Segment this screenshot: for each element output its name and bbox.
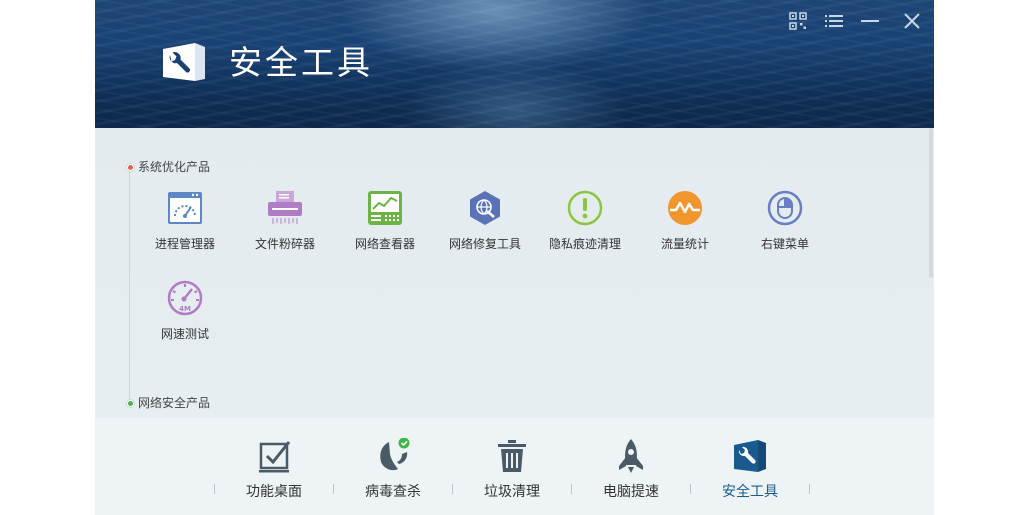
nav-speed-up[interactable]: 电脑提速 xyxy=(571,438,691,508)
section-title-text: 网络安全产品 xyxy=(138,396,211,410)
menu-list-icon[interactable] xyxy=(823,10,845,32)
trash-icon xyxy=(494,438,530,474)
tools-icon xyxy=(732,438,768,474)
bottom-nav-bar: 功能桌面 病毒查杀 垃圾清理 电脑提速 安全工具 xyxy=(95,418,934,515)
tool-network-viewer[interactable]: 网络查看器 xyxy=(335,190,435,260)
tool-label: 右键菜单 xyxy=(760,237,809,251)
network-repair-icon xyxy=(467,190,503,226)
tool-label: 进程管理器 xyxy=(154,237,215,251)
file-shredder-icon xyxy=(267,190,303,226)
close-icon[interactable] xyxy=(901,10,923,32)
privacy-clean-icon xyxy=(567,190,603,226)
tools-logo-icon xyxy=(161,41,207,85)
nav-label: 功能桌面 xyxy=(246,484,302,500)
speed-test-icon: 4M xyxy=(167,280,203,316)
nav-security-tools[interactable]: 安全工具 xyxy=(690,438,810,508)
tool-privacy-clean[interactable]: 隐私痕迹清理 xyxy=(535,190,635,260)
nav-separator xyxy=(809,484,810,494)
tool-label: 网速测试 xyxy=(160,327,209,341)
app-window: 安全工具 系统优化产品 进程管理器 文件粉碎器 网络查看器 网络修复工具 隐私痕… xyxy=(95,0,934,515)
header-banner: 安全工具 xyxy=(95,0,934,128)
tool-file-shredder[interactable]: 文件粉碎器 xyxy=(235,190,335,260)
tool-traffic-stats[interactable]: 流量统计 xyxy=(635,190,735,260)
timeline-line xyxy=(129,166,130,404)
tool-right-click-menu[interactable]: 右键菜单 xyxy=(735,190,835,260)
nav-function-desktop[interactable]: 功能桌面 xyxy=(214,438,334,508)
checkbox-desktop-icon xyxy=(256,438,292,474)
app-title: 安全工具 xyxy=(229,43,373,82)
network-viewer-icon xyxy=(367,190,403,226)
section-title-text: 系统优化产品 xyxy=(138,160,211,174)
tool-process-manager[interactable]: 进程管理器 xyxy=(135,190,235,260)
tool-label: 流量统计 xyxy=(660,237,709,251)
nav-junk-clean[interactable]: 垃圾清理 xyxy=(452,438,572,508)
traffic-stats-icon xyxy=(667,190,703,226)
qrcode-icon[interactable] xyxy=(787,10,809,32)
tool-label: 网络查看器 xyxy=(354,237,415,251)
right-click-menu-icon xyxy=(767,190,803,226)
minimize-icon[interactable] xyxy=(859,10,881,32)
tool-label: 网络修复工具 xyxy=(448,237,521,251)
rocket-icon xyxy=(613,438,649,474)
section-system-optimization: 系统优化产品 xyxy=(127,159,210,175)
nav-virus-scan[interactable]: 病毒查杀 xyxy=(333,437,453,508)
nav-label: 电脑提速 xyxy=(603,484,659,500)
nav-label: 病毒查杀 xyxy=(365,484,421,500)
tool-label: 文件粉碎器 xyxy=(254,237,315,251)
tools-content-area: 系统优化产品 进程管理器 文件粉碎器 网络查看器 网络修复工具 隐私痕迹清理 流… xyxy=(95,128,934,418)
section-dot xyxy=(127,164,134,171)
virus-scan-icon xyxy=(375,437,411,474)
tool-speed-test[interactable]: 4M 网速测试 xyxy=(135,280,235,350)
section-network-security: 网络安全产品 xyxy=(127,395,210,411)
tool-label: 隐私痕迹清理 xyxy=(548,237,621,251)
section-dot xyxy=(127,400,134,407)
nav-label: 安全工具 xyxy=(722,484,778,500)
speed-badge: 4M xyxy=(179,305,191,313)
nav-label: 垃圾清理 xyxy=(484,484,540,500)
vertical-scrollbar[interactable] xyxy=(929,128,933,278)
process-manager-icon xyxy=(167,190,203,226)
tool-network-repair[interactable]: 网络修复工具 xyxy=(435,190,535,260)
